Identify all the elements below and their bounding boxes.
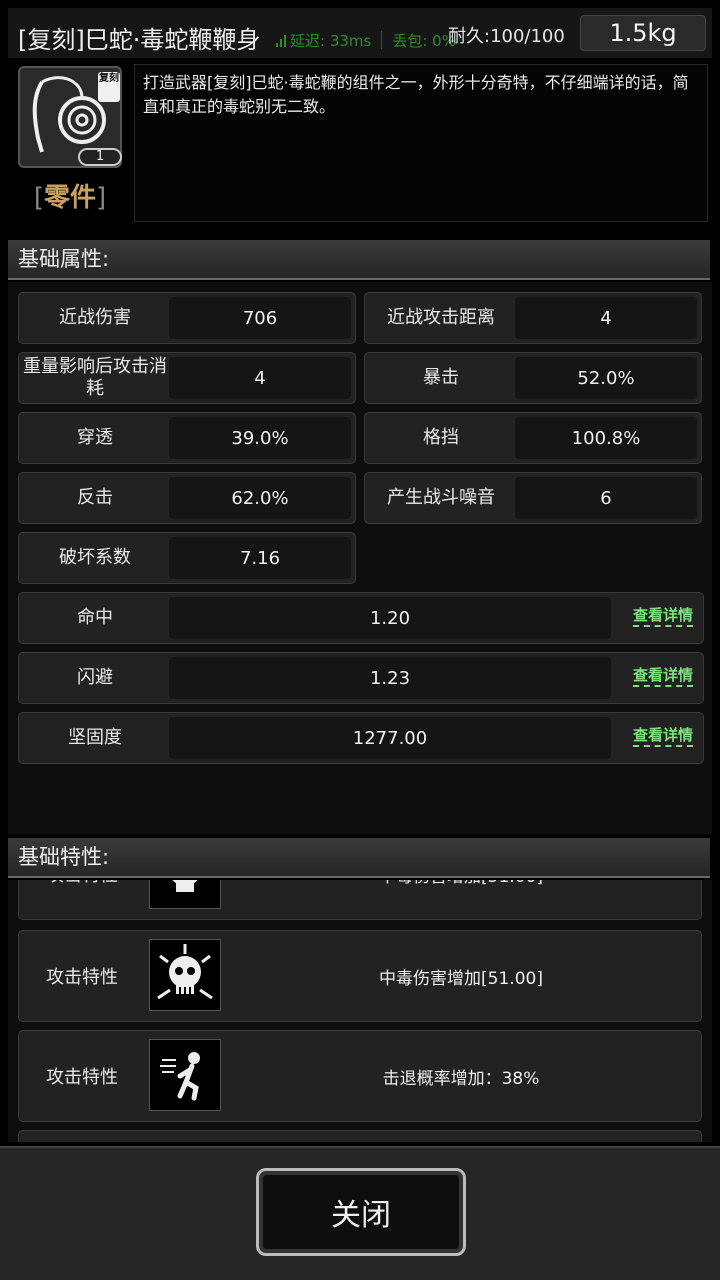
trait-label: 攻击特性: [46, 967, 118, 988]
stat-value: 52.0%: [515, 357, 697, 399]
item-count: 1: [78, 148, 122, 166]
item-type-label: [零件]: [33, 183, 107, 213]
poison-skull-icon: [149, 880, 221, 909]
stat-value: 4: [169, 357, 351, 399]
base-attributes-title: 基础属性:: [8, 240, 710, 280]
evasion-detail-link[interactable]: 查看详情: [632, 665, 693, 687]
trait-item: 攻击特性 中毒伤害增加[51.00]: [18, 930, 702, 1022]
stat-label: 格挡: [423, 427, 459, 448]
stat-value: 1277.00: [169, 717, 611, 759]
stat-value: 706: [169, 297, 351, 339]
latency-text: 延迟: 33ms: [290, 32, 372, 50]
stat-melee-damage: 近战伤害 706: [18, 292, 356, 344]
trait-item-partial: [18, 1130, 702, 1142]
stat-value: 7.16: [169, 537, 351, 579]
stat-accuracy: 命中 1.20 查看详情: [18, 592, 704, 644]
stat-destruction: 破坏系数 7.16: [18, 532, 356, 584]
stat-combat-noise: 产生战斗噪音 6: [364, 472, 702, 524]
trait-desc: 击退概率增加：38%: [382, 1068, 540, 1089]
stat-crit: 暴击 52.0%: [364, 352, 702, 404]
stat-value: 4: [515, 297, 697, 339]
sturdiness-detail-link[interactable]: 查看详情: [632, 725, 693, 747]
stat-label: 闪避: [77, 667, 113, 688]
stat-attack-cost: 重量影响后攻击消耗 4: [18, 352, 356, 404]
footer-bar: 关闭: [0, 1146, 720, 1280]
stat-value: 39.0%: [169, 417, 351, 459]
stat-evasion: 闪避 1.23 查看详情: [18, 652, 704, 704]
accuracy-detail-link[interactable]: 查看详情: [632, 605, 693, 627]
stat-melee-range: 近战攻击距离 4: [364, 292, 702, 344]
stat-value: 62.0%: [169, 477, 351, 519]
item-header: [复刻]巳蛇·毒蛇鞭鞭身 延迟: 33ms 丢包: 0% 耐久:100/100 1…: [8, 8, 712, 58]
stat-block: 格挡 100.8%: [364, 412, 702, 464]
replica-tag: 复刻: [98, 72, 120, 102]
poison-skull-icon: [149, 939, 221, 1011]
stat-value: 6: [515, 477, 697, 519]
item-description: 打造武器[复刻]巳蛇·毒蛇鞭的组件之一，外形十分奇特，不仔细端详的话，简直和真正…: [134, 64, 708, 222]
stat-value: 1.20: [169, 597, 611, 639]
stat-counter: 反击 62.0%: [18, 472, 356, 524]
signal-icon: [276, 35, 286, 47]
stat-label: 命中: [77, 607, 113, 628]
stat-sturdiness: 坚固度 1277.00 查看详情: [18, 712, 704, 764]
stat-label: 反击: [77, 487, 113, 508]
trait-item: 攻击特性 击退概率增加：38%: [18, 1030, 702, 1122]
trait-item: 攻击特性 中毒伤害增加[51.00]: [18, 880, 702, 920]
stat-label: 产生战斗噪音: [387, 487, 495, 508]
network-status: 延迟: 33ms 丢包: 0%: [276, 30, 456, 51]
base-attributes-panel: 近战伤害 706 近战攻击距离 4 重量影响后攻击消耗 4 暴击 52.0% 穿…: [8, 282, 712, 834]
close-button[interactable]: 关闭: [256, 1168, 466, 1256]
trait-label: 攻击特性: [19, 880, 145, 919]
stat-value: 1.23: [169, 657, 611, 699]
trait-label: 攻击特性: [46, 1067, 118, 1088]
stat-label: 暴击: [423, 367, 459, 388]
knockback-icon: [149, 1039, 221, 1111]
stat-label: 重量影响后攻击消耗: [23, 356, 167, 399]
stat-label: 穿透: [77, 427, 113, 448]
item-type-text: 零件: [43, 183, 96, 213]
stat-value: 100.8%: [515, 417, 697, 459]
item-icon-box[interactable]: 复刻 1: [18, 66, 122, 168]
stat-label: 破坏系数: [59, 547, 131, 568]
item-name: [复刻]巳蛇·毒蛇鞭鞭身: [18, 26, 261, 54]
durability: 耐久:100/100: [448, 26, 565, 47]
stat-label: 近战伤害: [59, 307, 131, 328]
weight-badge: 1.5kg: [580, 15, 706, 51]
lost-pack-text: 丢包: 0%: [392, 32, 456, 50]
stat-penetration: 穿透 39.0%: [18, 412, 356, 464]
base-traits-title: 基础特性:: [8, 838, 710, 878]
base-traits-list[interactable]: 攻击特性 中毒伤害增加[51.00] 攻击特性 中毒伤害增加[51.00] 攻击…: [8, 880, 712, 1142]
trait-desc: 中毒伤害增加[51.00]: [379, 968, 543, 989]
stat-label: 近战攻击距离: [387, 307, 495, 328]
stat-label: 坚固度: [68, 727, 122, 748]
trait-desc: 中毒伤害增加[51.00]: [231, 880, 691, 919]
